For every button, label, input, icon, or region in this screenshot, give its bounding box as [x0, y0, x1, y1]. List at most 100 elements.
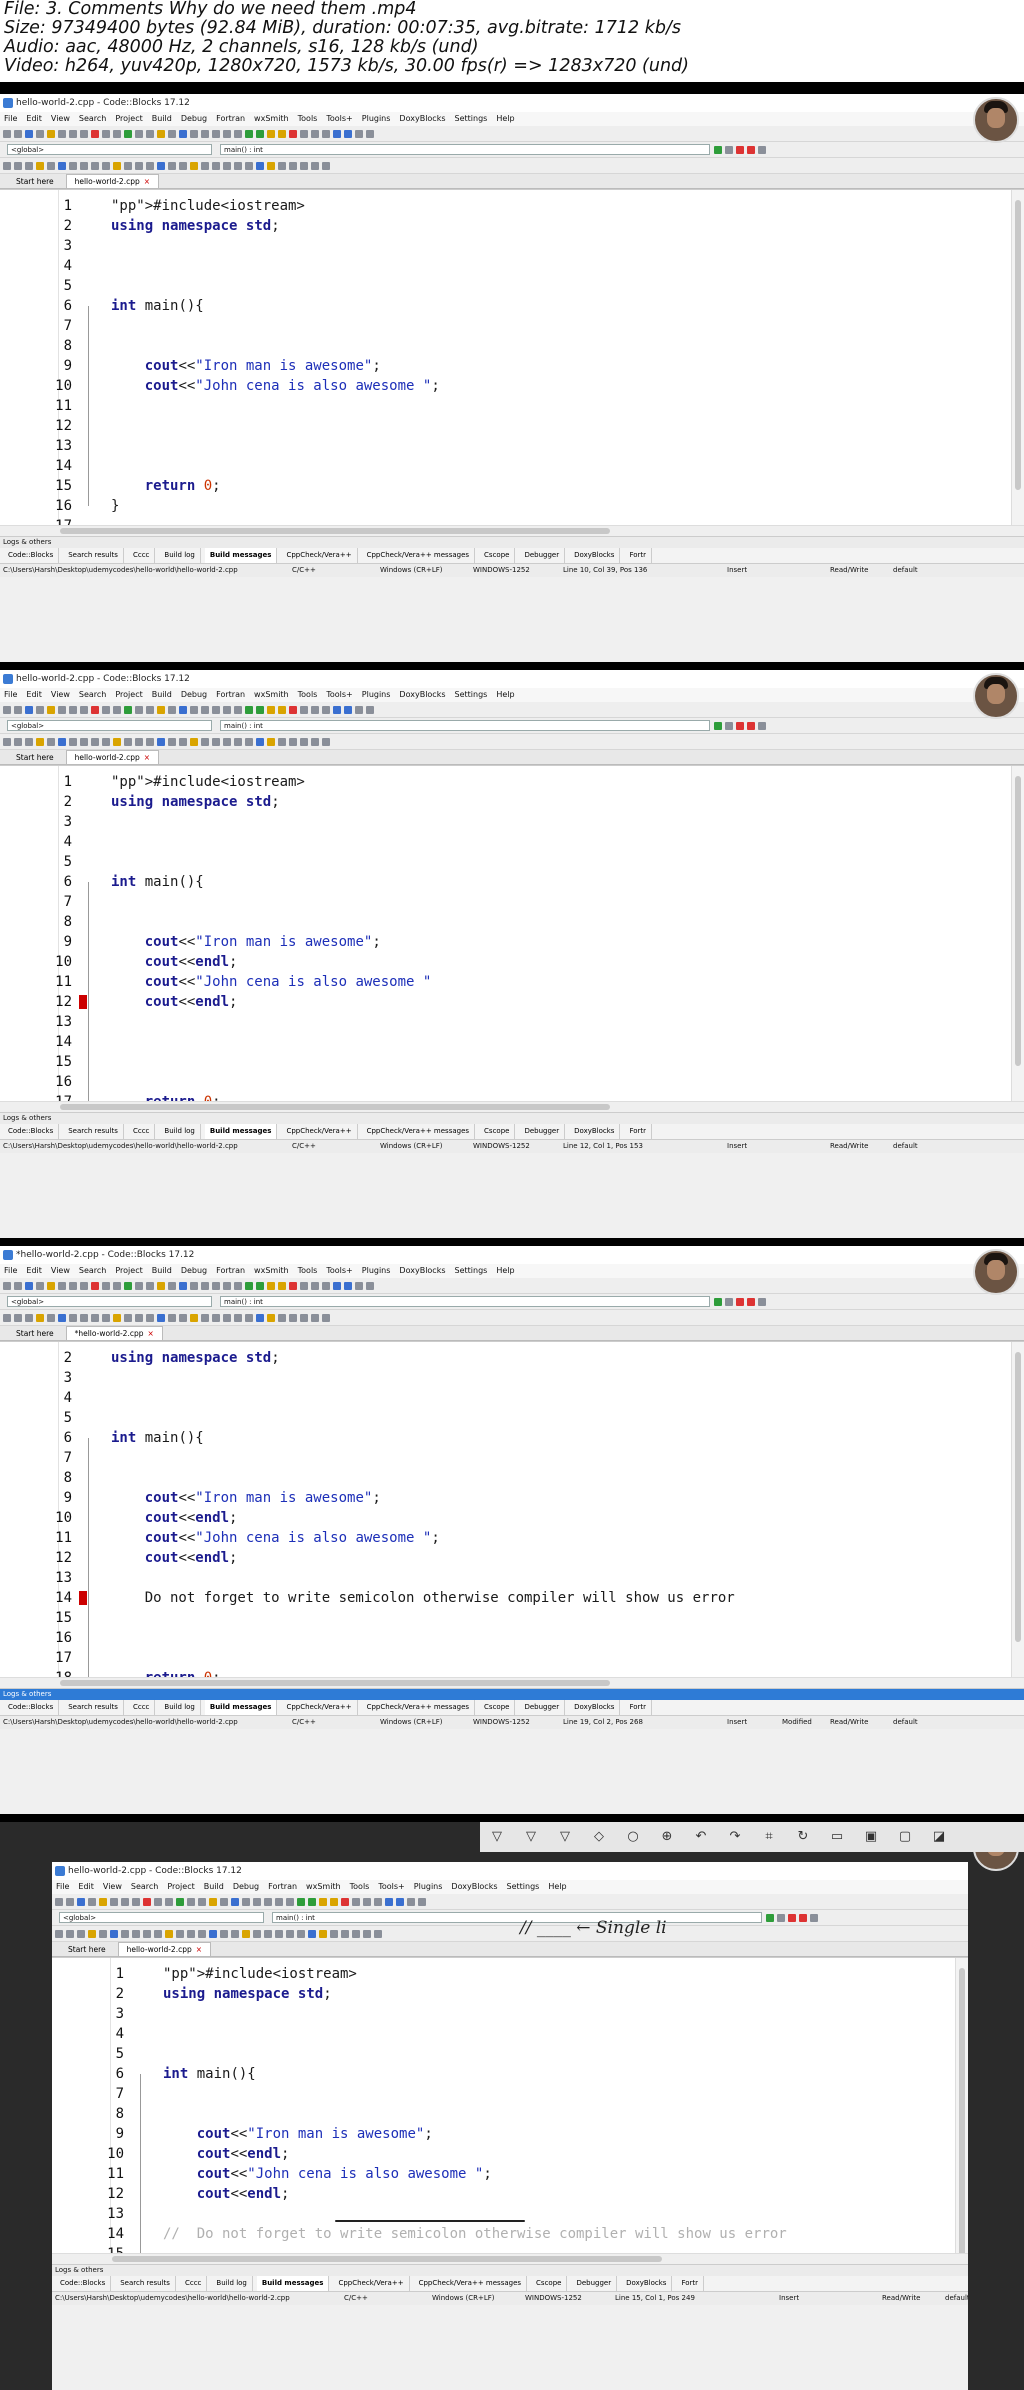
toolbar-button-icon[interactable] [311, 1281, 319, 1290]
toolbar-button-icon[interactable] [344, 129, 352, 138]
toolbar-button-icon[interactable] [168, 129, 176, 138]
debug-toolbar-icon[interactable] [157, 1313, 165, 1322]
debug-toolbar-icon[interactable] [308, 1929, 316, 1938]
debug-toolbar-icon[interactable] [135, 1313, 143, 1322]
menu-project[interactable]: Project [115, 114, 142, 123]
debug-toolbar-icon[interactable] [58, 161, 66, 170]
debug-toolbar-icon[interactable] [201, 737, 209, 746]
debug-toolbar-icon[interactable] [69, 737, 77, 746]
debug-toolbar-icon[interactable] [245, 737, 253, 746]
menu-settings[interactable]: Settings [507, 1882, 540, 1891]
menu-debug[interactable]: Debug [181, 114, 207, 123]
log-tab[interactable]: Cscope [479, 1124, 516, 1139]
toolbar-button-icon[interactable] [396, 1897, 404, 1906]
debug-toolbar-icon[interactable] [289, 161, 297, 170]
toolbar-button-icon[interactable] [275, 1897, 283, 1906]
log-tab[interactable]: DoxyBlocks [621, 2276, 673, 2291]
toolbar-button-icon[interactable] [58, 1281, 66, 1290]
toolbar-button-icon[interactable] [344, 1281, 352, 1290]
toolbar-button-icon[interactable] [253, 1897, 261, 1906]
toolbar-button-icon[interactable] [256, 705, 264, 714]
menu-doxyblocks[interactable]: DoxyBlocks [399, 1266, 445, 1275]
debug-toolbar-icon[interactable] [55, 1929, 63, 1938]
toolbar-button-icon[interactable] [135, 705, 143, 714]
toolbar-button-icon[interactable] [157, 1281, 165, 1290]
redo-icon[interactable]: ↷ [727, 1829, 743, 1845]
log-tab[interactable]: Debugger [571, 2276, 618, 2291]
toolbar-button-icon[interactable] [91, 129, 99, 138]
debug-toolbar-icon[interactable] [190, 1313, 198, 1322]
bookmark-prev-icon[interactable] [747, 145, 755, 154]
toolbar-button-icon[interactable] [124, 129, 132, 138]
log-tab[interactable]: CppCheck/Vera++ [333, 2276, 410, 2291]
toolbar-button-icon[interactable] [165, 1897, 173, 1906]
scroll-thumb[interactable] [112, 2256, 662, 2262]
toolbar-button-icon[interactable] [366, 129, 374, 138]
toolbar-button-icon[interactable] [113, 1281, 121, 1290]
debug-toolbar-icon[interactable] [47, 1313, 55, 1322]
menu-project[interactable]: Project [167, 1882, 194, 1891]
log-tab[interactable]: Cscope [531, 2276, 568, 2291]
scroll-thumb[interactable] [60, 1104, 610, 1110]
debug-toolbar-icon[interactable] [212, 1313, 220, 1322]
circle-icon[interactable]: ○ [625, 1829, 641, 1845]
toolbar-button-icon[interactable] [234, 129, 242, 138]
debug-toolbar-icon[interactable] [99, 1929, 107, 1938]
toolbar-button-icon[interactable] [3, 1281, 11, 1290]
menu-fortran[interactable]: Fortran [216, 690, 245, 699]
menu-build[interactable]: Build [152, 690, 172, 699]
log-tab[interactable]: Code::Blocks [3, 1700, 60, 1715]
toolbar-button-icon[interactable] [190, 129, 198, 138]
close-tab-icon[interactable]: × [144, 177, 150, 186]
toolbar-button-icon[interactable] [124, 1281, 132, 1290]
toolbar-button-icon[interactable] [47, 1281, 55, 1290]
toolbar-button-icon[interactable] [168, 1281, 176, 1290]
bookmark-next-icon[interactable] [810, 1913, 818, 1922]
menu-view[interactable]: View [51, 690, 70, 699]
select-icon[interactable]: ⊕ [659, 1829, 675, 1845]
toolbar-button-icon[interactable] [223, 705, 231, 714]
save-icon[interactable]: ▣ [863, 1829, 879, 1845]
jump-back-icon[interactable] [714, 721, 722, 730]
debug-toolbar-icon[interactable] [69, 161, 77, 170]
log-tab[interactable]: Build messages [204, 548, 278, 563]
menu-fortran[interactable]: Fortran [216, 1266, 245, 1275]
log-tab[interactable]: Debugger [519, 1700, 566, 1715]
debug-toolbar-icon[interactable] [231, 1929, 239, 1938]
toolbar-button-icon[interactable] [256, 1281, 264, 1290]
debug-toolbar-icon[interactable] [300, 161, 308, 170]
log-tab[interactable]: Build messages [204, 1124, 278, 1139]
log-tab[interactable]: Debugger [519, 1124, 566, 1139]
debug-toolbar-icon[interactable] [223, 161, 231, 170]
menu-project[interactable]: Project [115, 690, 142, 699]
toolbar-button-icon[interactable] [124, 705, 132, 714]
debug-toolbar-icon[interactable] [278, 161, 286, 170]
debug-toolbar-icon[interactable] [3, 737, 11, 746]
debug-toolbar-icon[interactable] [176, 1929, 184, 1938]
debug-toolbar-icon[interactable] [14, 161, 22, 170]
menu-doxyblocks[interactable]: DoxyBlocks [451, 1882, 497, 1891]
menu-wxsmith[interactable]: wxSmith [254, 690, 289, 699]
highlighter-icon[interactable]: ▽ [557, 1829, 573, 1845]
debug-toolbar-icon[interactable] [286, 1929, 294, 1938]
debug-toolbar-icon[interactable] [135, 737, 143, 746]
debug-toolbar-icon[interactable] [77, 1929, 85, 1938]
editor-vertical-scrollbar[interactable] [955, 1958, 968, 2253]
close-tab-icon[interactable]: × [148, 1329, 154, 1338]
toolbar-button-icon[interactable] [113, 705, 121, 714]
menu-settings[interactable]: Settings [455, 114, 488, 123]
debug-toolbar-icon[interactable] [234, 161, 242, 170]
toolbar-button-icon[interactable] [333, 1281, 341, 1290]
toolbar-button-icon[interactable] [407, 1897, 415, 1906]
log-tab[interactable]: DoxyBlocks [569, 1700, 621, 1715]
code-editor[interactable]: 1 "pp">#include<iostream> 2 using namespace… [0, 765, 1024, 1101]
toolbar-button-icon[interactable] [110, 1897, 118, 1906]
log-tab[interactable]: Fortr [624, 1124, 652, 1139]
debug-toolbar-icon[interactable] [190, 161, 198, 170]
debug-toolbar-icon[interactable] [157, 161, 165, 170]
log-tab[interactable]: Search results [63, 548, 124, 563]
log-tab[interactable]: CppCheck/Vera++ [281, 1124, 358, 1139]
bookmark-next-icon[interactable] [758, 145, 766, 154]
toolbar-button-icon[interactable] [322, 1281, 330, 1290]
log-tab[interactable]: DoxyBlocks [569, 548, 621, 563]
